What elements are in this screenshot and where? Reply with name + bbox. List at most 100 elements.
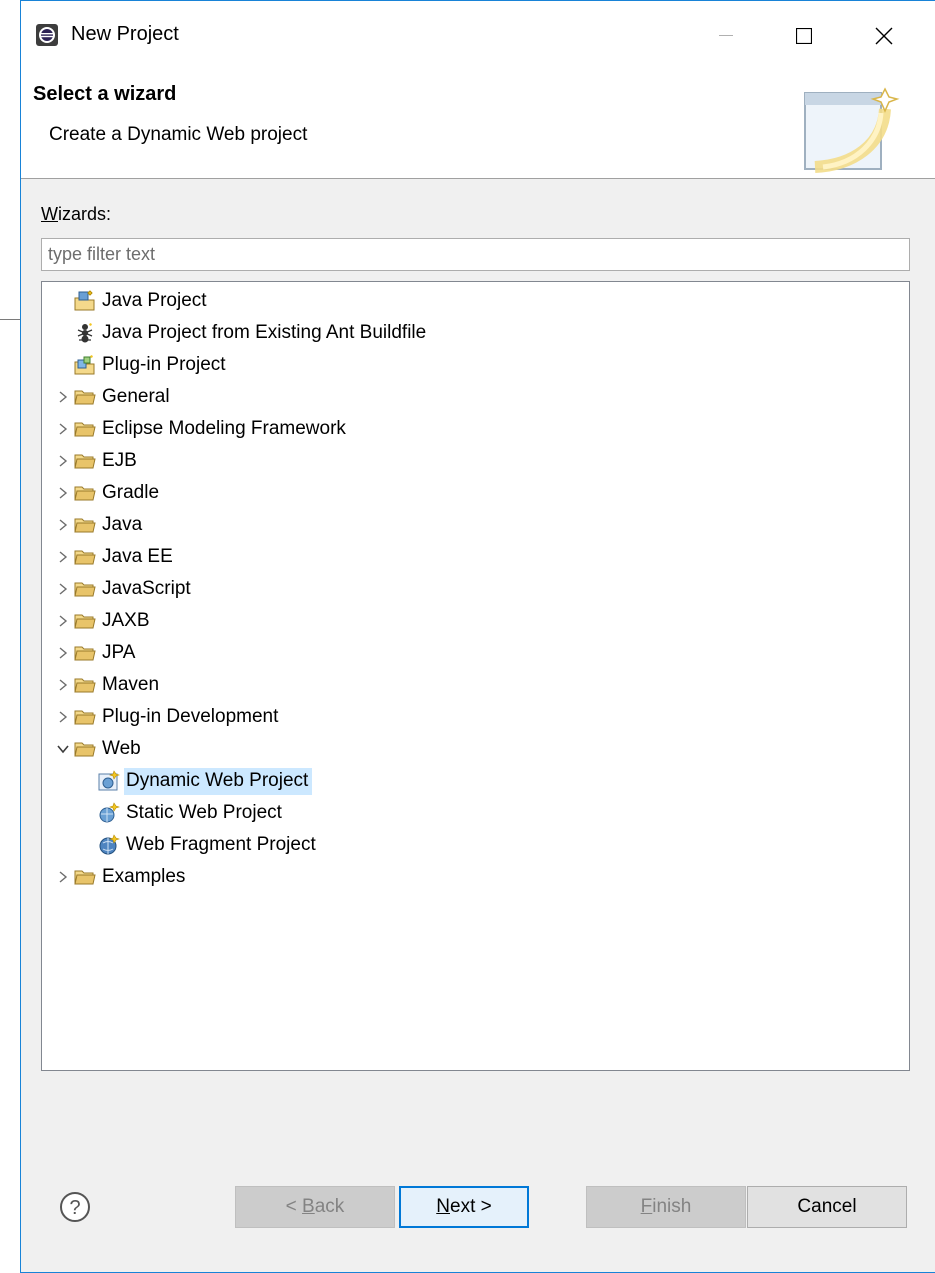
maximize-button[interactable] [775,11,833,61]
wizard-graphic-icon [804,87,900,173]
tree-item-maven[interactable]: Maven [52,670,159,700]
chevron-right-icon[interactable] [52,862,74,892]
finish-label: inish [652,1196,692,1217]
next-button[interactable]: Next > [399,1186,529,1228]
chevron-right-icon[interactable] [52,478,74,508]
chevron-down-icon[interactable] [52,734,74,764]
wizards-label-text: izards: [58,204,112,224]
folder-icon [74,610,96,632]
tree-item-label: Plug-in Project [102,354,226,375]
tree-item-jpa[interactable]: JPA [52,638,135,668]
java-project-icon [74,290,96,312]
folder-icon [74,482,96,504]
tree-item-ejb[interactable]: EJB [52,446,137,476]
tree-item-general[interactable]: General [52,382,170,412]
tree-item-label: JPA [102,642,136,663]
filter-input[interactable] [41,238,910,271]
tree-item-web[interactable]: Web [52,734,141,764]
minimize-button[interactable] [697,11,755,61]
back-prefix: < [285,1196,303,1217]
next-mnemonic: N [436,1196,450,1217]
wizards-label: Wizards: [41,204,111,225]
web-fragment-project-icon [98,834,120,856]
folder-icon [74,386,96,408]
dynamic-web-project-icon [98,770,120,792]
tree-item-label: Maven [102,674,160,695]
tree-item-java[interactable]: Java [52,510,142,540]
tree-item-label: Java EE [102,546,173,567]
background-window-edge [0,319,20,320]
help-icon[interactable]: ? [59,1191,91,1223]
folder-icon [74,546,96,568]
folder-icon [74,578,96,600]
tree-item-plug-in-project[interactable]: Plug-in Project [52,350,226,380]
tree-item-web-fragment-project[interactable]: Web Fragment Project [98,830,316,860]
banner-description: Create a Dynamic Web project [49,124,308,145]
folder-icon [74,418,96,440]
tree-item-dynamic-web-project[interactable]: Dynamic Web Project [98,766,313,796]
tree-item-examples[interactable]: Examples [52,862,185,892]
tree-item-label: Java Project from Existing Ant Buildfile [102,322,427,343]
tree-item-label: Web [102,738,141,759]
folder-icon [74,642,96,664]
close-button[interactable] [855,11,913,61]
chevron-right-icon[interactable] [52,606,74,636]
chevron-right-icon[interactable] [52,382,74,412]
tree-item-label: Static Web Project [126,802,282,823]
folder-icon [74,450,96,472]
tree-item-label: Gradle [102,482,160,503]
tree-item-java-project-from-existing-ant-buildfile[interactable]: Java Project from Existing Ant Buildfile [52,318,426,348]
minimize-icon [719,35,733,36]
chevron-right-icon[interactable] [52,574,74,604]
chevron-right-icon[interactable] [52,446,74,476]
close-icon [875,27,893,45]
back-button[interactable]: < Back [235,1186,395,1228]
tree-item-plug-in-development[interactable]: Plug-in Development [52,702,278,732]
title-bar[interactable]: New Project [21,1,935,67]
folder-icon [74,674,96,696]
finish-mnemonic: F [640,1196,653,1217]
ant-icon [74,322,96,344]
chevron-right-icon[interactable] [52,638,74,668]
folder-icon [74,866,96,888]
window-title: New Project [71,23,179,45]
back-mnemonic: B [302,1196,315,1217]
chevron-right-icon[interactable] [52,702,74,732]
tree-item-eclipse-modeling-framework[interactable]: Eclipse Modeling Framework [52,414,346,444]
tree-item-label: Dynamic Web Project [124,767,313,795]
plugin-project-icon [74,354,96,376]
wizard-banner: Select a wizard Create a Dynamic Web pro… [21,67,935,179]
tree-item-label: Plug-in Development [102,706,279,727]
tree-item-label: Eclipse Modeling Framework [102,418,346,439]
wizard-tree[interactable]: Java Project Java Project from Existing A… [41,281,910,1071]
cancel-button[interactable]: Cancel [747,1186,907,1228]
tree-item-static-web-project[interactable]: Static Web Project [98,798,282,828]
tree-item-gradle[interactable]: Gradle [52,478,159,508]
new-project-dialog: New Project Select a wizard Create a Dyn… [20,0,935,1273]
next-label: ext > [450,1196,492,1217]
tree-item-label: Java [102,514,143,535]
cancel-label: Cancel [797,1196,857,1217]
chevron-right-icon[interactable] [52,670,74,700]
static-web-project-icon [98,802,120,824]
tree-item-java-project[interactable]: Java Project [52,286,207,316]
chevron-right-icon[interactable] [52,414,74,444]
tree-item-label: JavaScript [102,578,191,599]
chevron-right-icon[interactable] [52,542,74,572]
chevron-right-icon[interactable] [52,510,74,540]
tree-item-jaxb[interactable]: JAXB [52,606,150,636]
folder-icon [74,706,96,728]
finish-button[interactable]: Finish [586,1186,746,1228]
wizards-label-mnemonic: W [41,204,58,224]
banner-title: Select a wizard [33,83,177,105]
folder-icon [74,738,96,760]
tree-item-label: Java Project [102,290,207,311]
maximize-icon [796,28,812,44]
tree-item-java-ee[interactable]: Java EE [52,542,173,572]
back-label: ack [314,1196,345,1217]
tree-item-label: EJB [102,450,137,471]
tree-item-javascript[interactable]: JavaScript [52,574,191,604]
